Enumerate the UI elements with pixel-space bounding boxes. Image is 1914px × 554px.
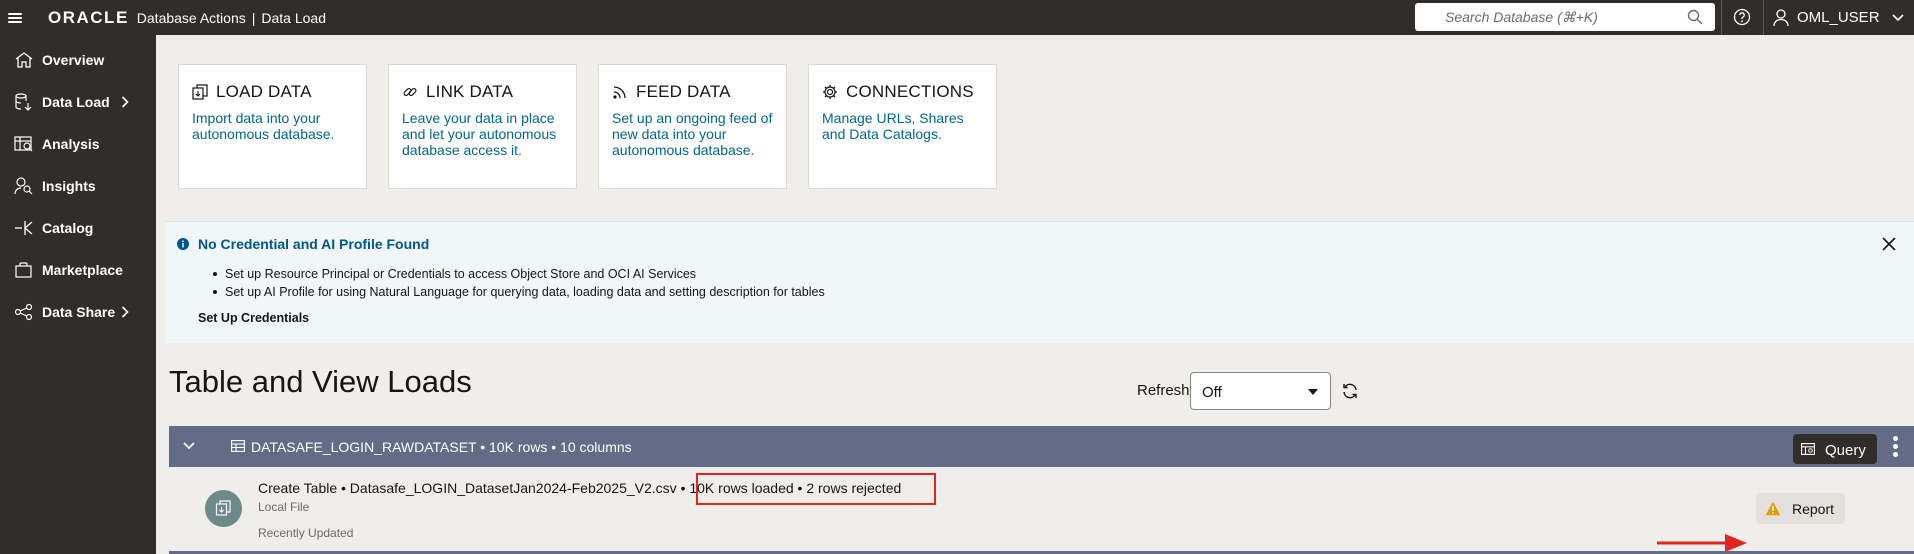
query-icon: [1801, 443, 1815, 455]
sidebar-item-label: Insights: [42, 178, 96, 194]
load-data-icon: [192, 84, 208, 100]
link-icon: [403, 87, 417, 97]
card-header: LOAD DATA: [192, 82, 312, 102]
user-icon: [1773, 8, 1789, 26]
main-content: LOAD DATA Import data into your autonomo…: [156, 35, 1914, 554]
load-job-details: Create Table • Datasafe_LOGIN_DatasetJan…: [258, 480, 690, 496]
insights-icon: [14, 177, 33, 195]
user-name: OML_USER: [1797, 9, 1880, 26]
hamburger-menu-icon[interactable]: [8, 12, 22, 23]
link-data-card[interactable]: LINK DATA Leave your data in place and l…: [388, 64, 577, 189]
card-title: LINK DATA: [426, 82, 514, 101]
close-icon[interactable]: [1882, 237, 1896, 251]
sidebar-item-label: Catalog: [42, 220, 94, 236]
sidebar-item-marketplace[interactable]: Marketplace: [0, 253, 156, 287]
load-job-source: Local File: [258, 500, 310, 514]
marketplace-icon: [15, 262, 32, 278]
sidebar-item-overview[interactable]: Overview: [0, 43, 156, 77]
warning-icon: [1765, 501, 1781, 516]
refresh-select-value: Off: [1202, 384, 1222, 401]
sidebar-item-data-load[interactable]: Data Load: [0, 85, 156, 119]
credential-warning-banner: No Credential and AI Profile Found Set u…: [165, 221, 1914, 343]
banner-title: No Credential and AI Profile Found: [198, 236, 430, 252]
sidebar: Overview Data Load Analysis Insights Cat…: [0, 35, 156, 554]
search-input[interactable]: [1415, 4, 1675, 30]
table-load-title: DATASAFE_LOGIN_RAWDATASET • 10K rows • 1…: [251, 439, 632, 455]
card-description: Import data into your autonomous databas…: [192, 110, 335, 142]
caret-down-icon: [1308, 389, 1318, 395]
refresh-label: Refresh: [1137, 382, 1190, 399]
sidebar-item-label: Marketplace: [42, 262, 123, 278]
search-box: [1415, 3, 1715, 31]
chevron-right-icon: [121, 306, 129, 318]
sidebar-item-label: Analysis: [42, 136, 100, 152]
load-data-card[interactable]: LOAD DATA Import data into your autonomo…: [178, 64, 367, 189]
search-icon[interactable]: [1687, 9, 1703, 25]
sidebar-item-data-share[interactable]: Data Share: [0, 295, 156, 329]
app-title[interactable]: Database Actions: [137, 10, 246, 26]
highlight-annotation-box: [696, 473, 936, 505]
card-title: LOAD DATA: [216, 82, 312, 101]
load-data-icon: [215, 500, 231, 516]
chevron-down-icon[interactable]: [183, 441, 195, 451]
title-separator: |: [251, 9, 256, 26]
feed-data-card[interactable]: FEED DATA Set up an ongoing feed of new …: [598, 64, 787, 189]
query-button[interactable]: Query: [1793, 434, 1877, 464]
sidebar-item-label: Data Load: [42, 94, 110, 110]
more-options-icon[interactable]: [1893, 436, 1899, 458]
info-icon: [177, 238, 189, 250]
toolbar-divider: [1763, 0, 1764, 35]
sidebar-item-insights[interactable]: Insights: [0, 169, 156, 203]
table-icon: [231, 440, 245, 452]
oracle-logo: ORACLE: [48, 7, 129, 27]
page-breadcrumb: Data Load: [261, 9, 326, 26]
user-menu[interactable]: OML_USER: [1773, 0, 1904, 35]
refresh-icon[interactable]: [1341, 382, 1359, 400]
card-title: FEED DATA: [636, 82, 731, 101]
sidebar-item-analysis[interactable]: Analysis: [0, 127, 156, 161]
top-bar: ORACLE Database Actions | Data Load OML_…: [0, 0, 1914, 35]
load-job-status: Recently Updated: [258, 526, 354, 540]
banner-list: Set up Resource Principal or Credentials…: [213, 265, 825, 301]
connections-card[interactable]: CONNECTIONS Manage URLs, Shares and Data…: [808, 64, 997, 189]
sidebar-item-catalog[interactable]: Catalog: [0, 211, 156, 245]
refresh-select[interactable]: Off: [1190, 372, 1331, 410]
card-description: Leave your data in place and let your au…: [402, 110, 557, 158]
chevron-down-icon: [1891, 13, 1904, 21]
analysis-icon: [14, 136, 33, 152]
data-load-icon: [15, 93, 32, 111]
load-job-avatar: [205, 490, 242, 527]
table-load-group-header: DATASAFE_LOGIN_RAWDATASET • 10K rows • 1…: [169, 426, 1914, 467]
home-icon: [15, 52, 33, 68]
set-up-credentials-link[interactable]: Set Up Credentials: [198, 311, 309, 325]
data-share-icon: [14, 303, 33, 321]
banner-list-item: Set up AI Profile for using Natural Lang…: [213, 283, 825, 301]
card-header: LINK DATA: [402, 82, 513, 102]
report-button[interactable]: Report: [1756, 493, 1845, 524]
card-title: CONNECTIONS: [846, 82, 974, 101]
card-description: Set up an ongoing feed of new data into …: [612, 110, 773, 158]
help-icon[interactable]: [1733, 8, 1751, 26]
catalog-icon: [15, 221, 33, 235]
card-header: CONNECTIONS: [822, 82, 974, 102]
card-header: FEED DATA: [612, 82, 731, 102]
card-description: Manage URLs, Shares and Data Catalogs.: [822, 110, 964, 142]
query-button-label: Query: [1825, 442, 1866, 459]
feed-icon: [613, 86, 626, 99]
toolbar-divider: [1721, 0, 1722, 35]
banner-list-item: Set up Resource Principal or Credentials…: [213, 265, 825, 283]
gear-icon: [823, 85, 837, 99]
sidebar-item-label: Data Share: [42, 304, 116, 320]
page-title: Table and View Loads: [169, 364, 472, 399]
chevron-right-icon: [121, 96, 129, 108]
report-button-label: Report: [1792, 501, 1835, 517]
sidebar-item-label: Overview: [42, 52, 105, 68]
